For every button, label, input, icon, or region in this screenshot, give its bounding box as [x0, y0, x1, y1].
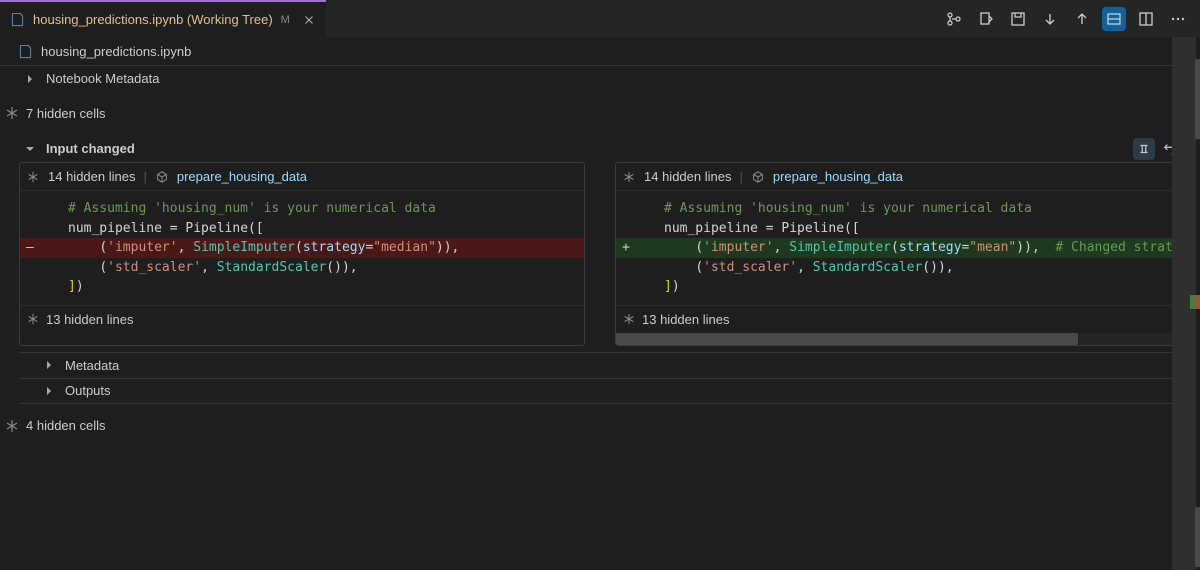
- hidden-lines-label: 13 hidden lines: [642, 312, 729, 327]
- hidden-cells-indicator[interactable]: 4 hidden cells: [0, 404, 1200, 448]
- chevron-down-icon: [24, 143, 36, 155]
- file-path: housing_predictions.ipynb: [41, 44, 191, 59]
- hidden-cells-indicator[interactable]: 7 hidden cells: [0, 91, 1200, 135]
- minimap-removed-marker: [1195, 295, 1200, 309]
- hidden-lines-label: 14 hidden lines: [644, 169, 731, 184]
- chevron-right-icon: [43, 359, 55, 371]
- unfold-icon[interactable]: [26, 312, 40, 326]
- hidden-cells-label: 4 hidden cells: [26, 418, 106, 433]
- pane-header: 14 hidden lines | prepare_housing_data: [20, 163, 584, 191]
- diff-section: Input changed 14 hidden lines | prepare_…: [0, 135, 1200, 404]
- outputs-row[interactable]: Outputs: [19, 378, 1181, 404]
- unfold-icon[interactable]: [26, 170, 40, 184]
- modified-pane: 14 hidden lines | prepare_housing_data #…: [615, 162, 1181, 346]
- go-to-file-icon[interactable]: [974, 7, 998, 31]
- symbol-icon: [751, 170, 765, 184]
- row-label: Notebook Metadata: [46, 71, 159, 86]
- code-block[interactable]: # Assuming 'housing_num' is your numeric…: [616, 191, 1180, 305]
- unfold-icon[interactable]: [622, 312, 636, 326]
- tab-bar: housing_predictions.ipynb (Working Tree)…: [0, 0, 1200, 37]
- pane-footer: 13 hidden lines: [20, 305, 584, 333]
- section-header[interactable]: Input changed: [19, 135, 1181, 162]
- row-label: Outputs: [65, 383, 111, 398]
- arrow-up-icon[interactable]: [1070, 7, 1094, 31]
- minimap-marker: [1195, 507, 1200, 567]
- row-label: Metadata: [65, 358, 119, 373]
- minimap[interactable]: [1172, 37, 1200, 570]
- hidden-lines-label: 13 hidden lines: [46, 312, 133, 327]
- minimap-marker: [1195, 59, 1200, 139]
- editor-tab[interactable]: housing_predictions.ipynb (Working Tree)…: [0, 0, 326, 37]
- close-icon[interactable]: [302, 13, 316, 27]
- function-name[interactable]: prepare_housing_data: [773, 169, 903, 184]
- unfold-icon: [4, 418, 20, 434]
- original-pane: 14 hidden lines | prepare_housing_data #…: [19, 162, 585, 346]
- modified-indicator: M: [281, 14, 290, 26]
- version-control-icon[interactable]: [942, 7, 966, 31]
- metadata-row[interactable]: Metadata: [19, 352, 1181, 378]
- notebook-metadata-row[interactable]: Notebook Metadata: [0, 65, 1200, 91]
- more-icon[interactable]: [1166, 7, 1190, 31]
- horizontal-scrollbar[interactable]: [616, 333, 1180, 345]
- hidden-cells-label: 7 hidden cells: [26, 106, 106, 121]
- whitespace-icon[interactable]: [1133, 138, 1155, 160]
- pane-footer: 13 hidden lines: [616, 305, 1180, 333]
- save-icon[interactable]: [1006, 7, 1030, 31]
- inline-diff-icon[interactable]: [1102, 7, 1126, 31]
- divider: |: [739, 169, 742, 184]
- added-line: ('imputer', SimpleImputer(strategy="mean…: [616, 238, 1180, 258]
- file-header: housing_predictions.ipynb: [0, 37, 1200, 65]
- diff-panes: 14 hidden lines | prepare_housing_data #…: [19, 162, 1181, 346]
- unfold-icon: [4, 105, 20, 121]
- section-title: Input changed: [46, 141, 135, 156]
- code-comment: # Assuming 'housing_num' is your numeric…: [664, 201, 1032, 216]
- split-editor-icon[interactable]: [1134, 7, 1158, 31]
- tab-title: housing_predictions.ipynb (Working Tree): [33, 12, 273, 27]
- code-block[interactable]: # Assuming 'housing_num' is your numeric…: [20, 191, 584, 305]
- code-comment: # Assuming 'housing_num' is your numeric…: [68, 201, 436, 216]
- unfold-icon[interactable]: [622, 170, 636, 184]
- arrow-down-icon[interactable]: [1038, 7, 1062, 31]
- hidden-lines-label: 14 hidden lines: [48, 169, 135, 184]
- toolbar: [942, 7, 1190, 31]
- chevron-right-icon: [43, 385, 55, 397]
- minimap-added-marker: [1190, 295, 1195, 309]
- pane-header: 14 hidden lines | prepare_housing_data: [616, 163, 1180, 191]
- scrollbar-thumb[interactable]: [616, 333, 1078, 345]
- notebook-icon: [18, 44, 33, 59]
- removed-line: ('imputer', SimpleImputer(strategy="medi…: [20, 238, 584, 258]
- symbol-icon: [155, 170, 169, 184]
- chevron-right-icon: [24, 73, 36, 85]
- function-name[interactable]: prepare_housing_data: [177, 169, 307, 184]
- divider: |: [143, 169, 146, 184]
- notebook-icon: [10, 12, 25, 27]
